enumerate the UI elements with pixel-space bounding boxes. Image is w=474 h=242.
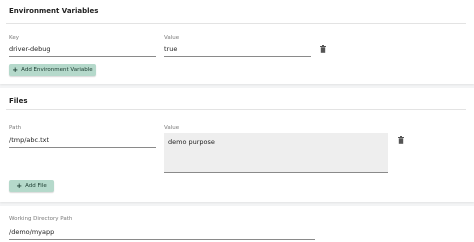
files-divider <box>6 109 466 110</box>
working-directory-underline <box>9 239 315 240</box>
working-directory-input[interactable]: /demo/myapp <box>9 228 54 236</box>
add-environment-variable-label: Add Environment Variable <box>21 67 93 73</box>
plus-icon: + <box>12 65 19 74</box>
add-environment-variable-button[interactable]: + Add Environment Variable <box>9 64 96 76</box>
env-key-label: Key <box>9 35 19 41</box>
files-title: Files <box>9 97 28 105</box>
file-path-underline <box>9 147 156 148</box>
trash-icon[interactable] <box>320 45 326 53</box>
env-value-label: Value <box>164 35 180 41</box>
env-key-input[interactable]: driver-debug <box>9 45 51 53</box>
working-directory-label: Working Directory Path <box>9 216 73 222</box>
env-key-underline <box>9 56 156 57</box>
environment-variables-card: Environment Variables Key driver-debug V… <box>0 0 474 84</box>
file-content-value: demo purpose <box>168 138 215 146</box>
add-file-label: Add File <box>25 183 47 189</box>
file-path-input[interactable]: /tmp/abc.txt <box>9 136 49 144</box>
working-directory-card: Working Directory Path /demo/myapp <box>0 206 474 242</box>
env-divider <box>6 23 466 24</box>
env-value-underline <box>164 56 311 57</box>
environment-variables-title: Environment Variables <box>9 7 99 15</box>
file-value-label: Value <box>164 125 180 131</box>
files-card: Files Path /tmp/abc.txt Value demo purpo… <box>0 88 474 202</box>
trash-icon[interactable] <box>398 136 404 144</box>
add-file-button[interactable]: + Add File <box>9 180 54 192</box>
file-path-label: Path <box>9 125 22 131</box>
plus-icon: + <box>16 181 23 190</box>
env-value-input[interactable]: true <box>164 45 177 53</box>
file-content-textarea[interactable]: demo purpose <box>164 133 388 173</box>
